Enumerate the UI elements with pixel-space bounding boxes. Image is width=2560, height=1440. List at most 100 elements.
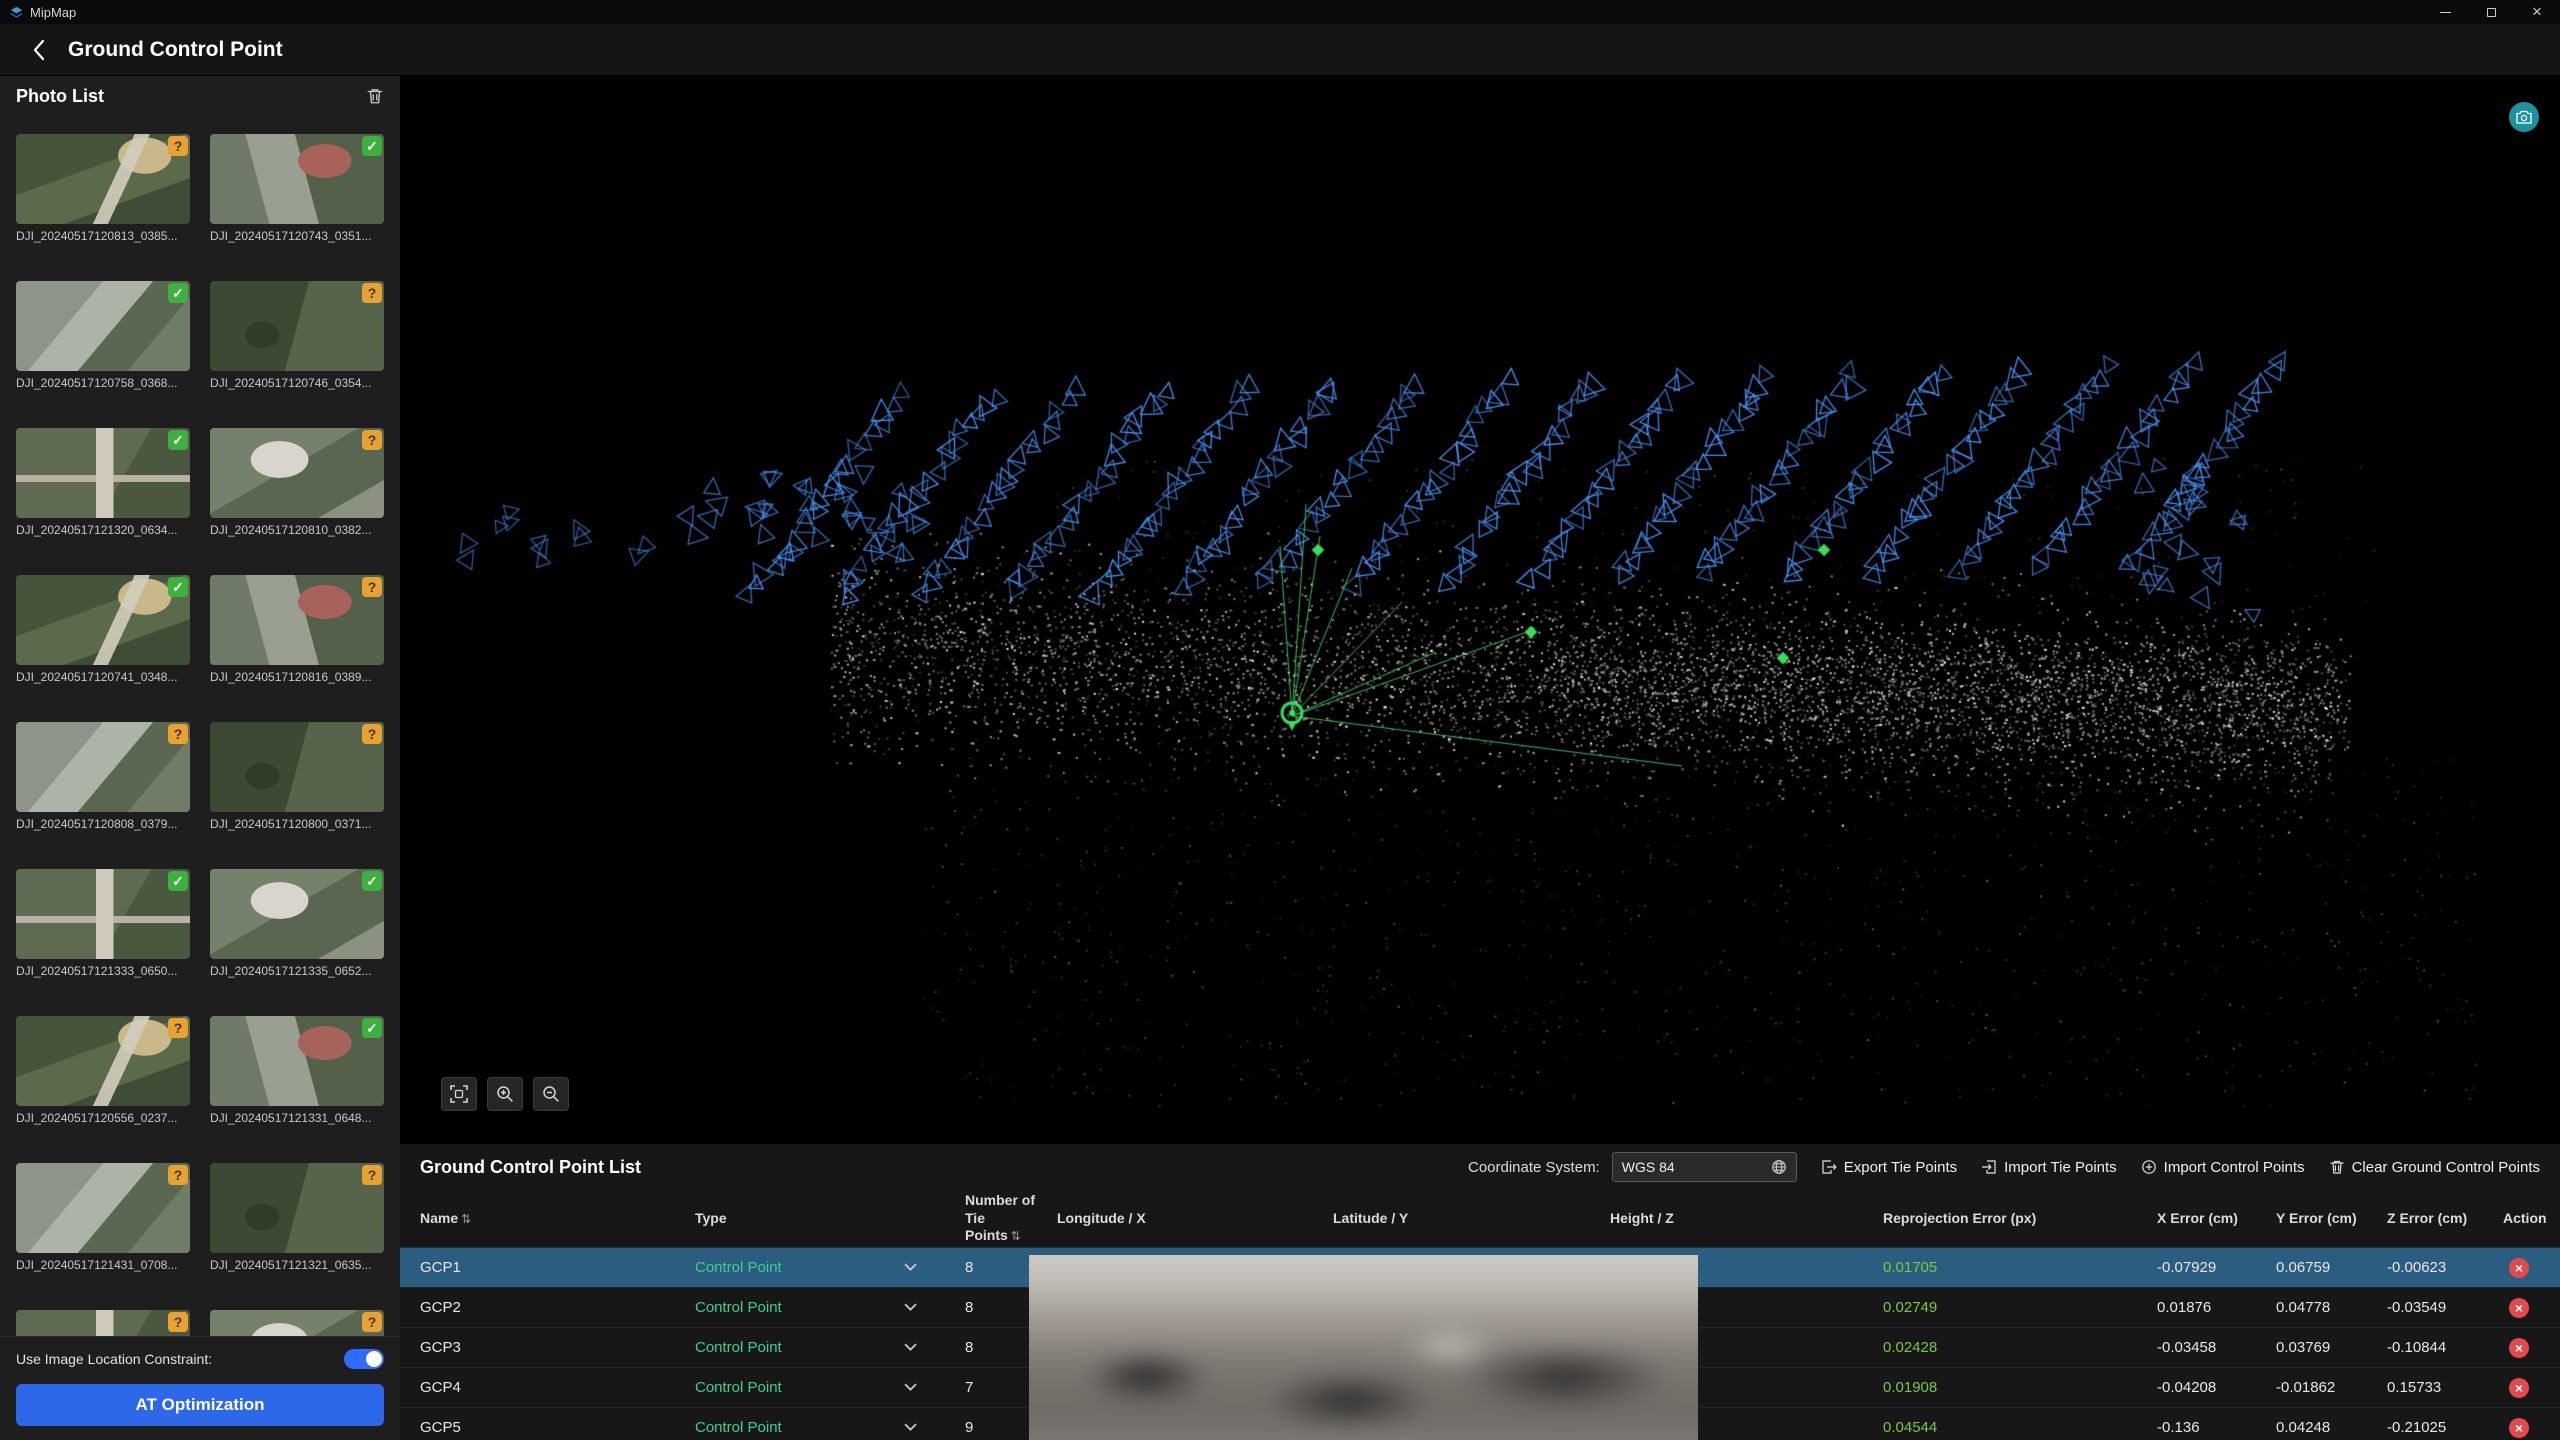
- export-tie-points-label: Export Tie Points: [1844, 1159, 1957, 1176]
- question-badge: ?: [168, 136, 188, 156]
- maximize-button[interactable]: [2468, 0, 2514, 24]
- photo-item[interactable]: ✓DJI_20240517120743_0351...: [210, 134, 384, 267]
- photo-thumbnail[interactable]: ?: [210, 722, 384, 812]
- gcp-tie-points: 8: [965, 1299, 1057, 1316]
- delete-photos-button[interactable]: [366, 87, 384, 105]
- photo-item[interactable]: ✓DJI_20240517121333_0650...: [16, 869, 190, 1002]
- import-control-points-icon: [2141, 1159, 2157, 1175]
- image-location-constraint-toggle[interactable]: [344, 1349, 384, 1369]
- photo-thumbnail[interactable]: ?: [210, 281, 384, 371]
- chevron-down-icon: [904, 1383, 917, 1392]
- export-icon: [1821, 1159, 1837, 1175]
- gcp-row[interactable]: GCP5Control Point90.04544-0.1360.04248-0…: [400, 1408, 2560, 1440]
- point-cloud-canvas[interactable]: [400, 76, 2560, 1143]
- import-control-points-button[interactable]: Import Control Points: [2141, 1159, 2305, 1176]
- question-badge: ?: [168, 1165, 188, 1185]
- photo-thumbnail[interactable]: ?: [16, 134, 190, 224]
- gcp-type-select[interactable]: Control Point: [695, 1379, 965, 1396]
- at-optimization-button[interactable]: AT Optimization: [16, 1384, 384, 1426]
- photo-item[interactable]: ? DJI_20240517120808_0379...: [16, 722, 190, 855]
- photo-item[interactable]: ?: [16, 1310, 190, 1336]
- zoom-in-button[interactable]: [487, 1077, 523, 1111]
- clear-gcp-button[interactable]: Clear Ground Control Points: [2329, 1159, 2540, 1176]
- gcp-type-select[interactable]: Control Point: [695, 1259, 965, 1276]
- photo-item[interactable]: ? DJI_20240517120800_0371...: [210, 722, 384, 855]
- photo-filename: DJI_20240517120746_0354...: [210, 376, 384, 390]
- zoom-out-button[interactable]: [533, 1077, 569, 1111]
- photo-thumbnail[interactable]: ✓: [16, 575, 190, 665]
- import-tie-points-button[interactable]: Import Tie Points: [1981, 1159, 2117, 1176]
- photo-thumbnail[interactable]: ?: [16, 722, 190, 812]
- coordinate-system-value: WGS 84: [1622, 1159, 1675, 1175]
- gcp-type-select[interactable]: Control Point: [695, 1339, 965, 1356]
- photo-thumbnail[interactable]: ✓: [16, 428, 190, 518]
- chevron-down-icon: [904, 1263, 917, 1272]
- back-button[interactable]: [26, 35, 52, 65]
- gcp-row[interactable]: GCP4Control Point70.01908-0.04208-0.0186…: [400, 1368, 2560, 1408]
- photo-item[interactable]: ?DJI_20240517120813_0385...: [16, 134, 190, 267]
- photo-thumbnail[interactable]: ✓: [16, 281, 190, 371]
- photo-thumbnail[interactable]: ?: [210, 1310, 384, 1336]
- photo-item[interactable]: ✓DJI_20240517121320_0634...: [16, 428, 190, 561]
- gcp-name: GCP4: [420, 1379, 695, 1396]
- photo-thumbnail[interactable]: ?: [210, 1163, 384, 1253]
- fit-view-button[interactable]: [441, 1077, 477, 1111]
- photo-filename: DJI_20240517120810_0382...: [210, 523, 384, 537]
- remove-gcp-button[interactable]: ×: [2509, 1258, 2529, 1278]
- gcp-row[interactable]: GCP2Control Point80.027490.018760.04778-…: [400, 1288, 2560, 1328]
- gcp-name: GCP5: [420, 1419, 695, 1436]
- photo-thumbnail[interactable]: ?: [16, 1310, 190, 1336]
- gcp-reprojection-error: 0.02749: [1883, 1299, 2157, 1316]
- photo-item[interactable]: ✓DJI_20240517121331_0648...: [210, 1016, 384, 1149]
- remove-gcp-button[interactable]: ×: [2509, 1338, 2529, 1358]
- photo-item[interactable]: ?DJI_20240517121321_0635...: [210, 1163, 384, 1296]
- photo-thumbnail[interactable]: ?: [16, 1163, 190, 1253]
- gcp-row[interactable]: GCP3Control Point80.02428-0.034580.03769…: [400, 1328, 2560, 1368]
- column-header-z-error: Z Error (cm): [2387, 1210, 2503, 1228]
- export-tie-points-button[interactable]: Export Tie Points: [1821, 1159, 1957, 1176]
- remove-gcp-button[interactable]: ×: [2509, 1418, 2529, 1438]
- remove-gcp-button[interactable]: ×: [2509, 1298, 2529, 1318]
- photo-filename: DJI_20240517120741_0348...: [16, 670, 190, 684]
- gcp-type-select[interactable]: Control Point: [695, 1419, 965, 1436]
- close-button[interactable]: ×: [2514, 0, 2560, 24]
- photo-list-title: Photo List: [16, 86, 104, 107]
- photo-item[interactable]: ?: [210, 1310, 384, 1336]
- photo-item[interactable]: ?DJI_20240517120556_0237...: [16, 1016, 190, 1149]
- column-header-tie-points[interactable]: Number of Tie Points⇅: [965, 1192, 1057, 1245]
- column-header-name[interactable]: Name⇅: [420, 1210, 695, 1228]
- photo-thumbnail[interactable]: ✓: [210, 1016, 384, 1106]
- column-header-x-error: X Error (cm): [2157, 1210, 2276, 1228]
- photo-item[interactable]: ? DJI_20240517120746_0354...: [210, 281, 384, 414]
- check-badge: ✓: [168, 430, 188, 450]
- photo-item[interactable]: ✓DJI_20240517121335_0652...: [210, 869, 384, 1002]
- gcp-z-error: -0.21025: [2387, 1419, 2503, 1436]
- column-header-height: Height / Z: [1610, 1210, 1883, 1228]
- photo-thumbnail[interactable]: ?: [210, 428, 384, 518]
- photo-item[interactable]: ?DJI_20240517120816_0389...: [210, 575, 384, 708]
- minimize-icon: [2440, 12, 2451, 13]
- photo-item[interactable]: ✓ DJI_20240517120741_0348...: [16, 575, 190, 708]
- photo-item[interactable]: ? DJI_20240517120810_0382...: [210, 428, 384, 561]
- photo-list-header: Photo List: [0, 76, 400, 116]
- gcp-row[interactable]: GCP1Control Point80.01705-0.079290.06759…: [400, 1248, 2560, 1288]
- remove-gcp-button[interactable]: ×: [2509, 1378, 2529, 1398]
- check-badge: ✓: [362, 136, 382, 156]
- photo-item[interactable]: ✓DJI_20240517120758_0368...: [16, 281, 190, 414]
- minimize-button[interactable]: [2422, 0, 2468, 24]
- photo-filename: DJI_20240517121431_0708...: [16, 1258, 190, 1272]
- photo-thumbnail[interactable]: ✓: [210, 869, 384, 959]
- photo-thumbnail[interactable]: ✓: [210, 134, 384, 224]
- photo-thumbnail[interactable]: ✓: [16, 869, 190, 959]
- photo-filename: DJI_20240517120808_0379...: [16, 817, 190, 831]
- photo-item[interactable]: ? DJI_20240517121431_0708...: [16, 1163, 190, 1296]
- photo-thumbnail[interactable]: ?: [16, 1016, 190, 1106]
- gcp-z-error: -0.10844: [2387, 1339, 2503, 1356]
- screenshot-button[interactable]: [2509, 102, 2539, 132]
- gcp-type-select[interactable]: Control Point: [695, 1299, 965, 1316]
- photo-thumbnail[interactable]: ?: [210, 575, 384, 665]
- question-badge: ?: [362, 1312, 382, 1332]
- coordinate-system-input[interactable]: WGS 84: [1612, 1152, 1797, 1182]
- gcp-y-error: 0.04248: [2276, 1419, 2387, 1436]
- photo-filename: DJI_20240517120800_0371...: [210, 817, 384, 831]
